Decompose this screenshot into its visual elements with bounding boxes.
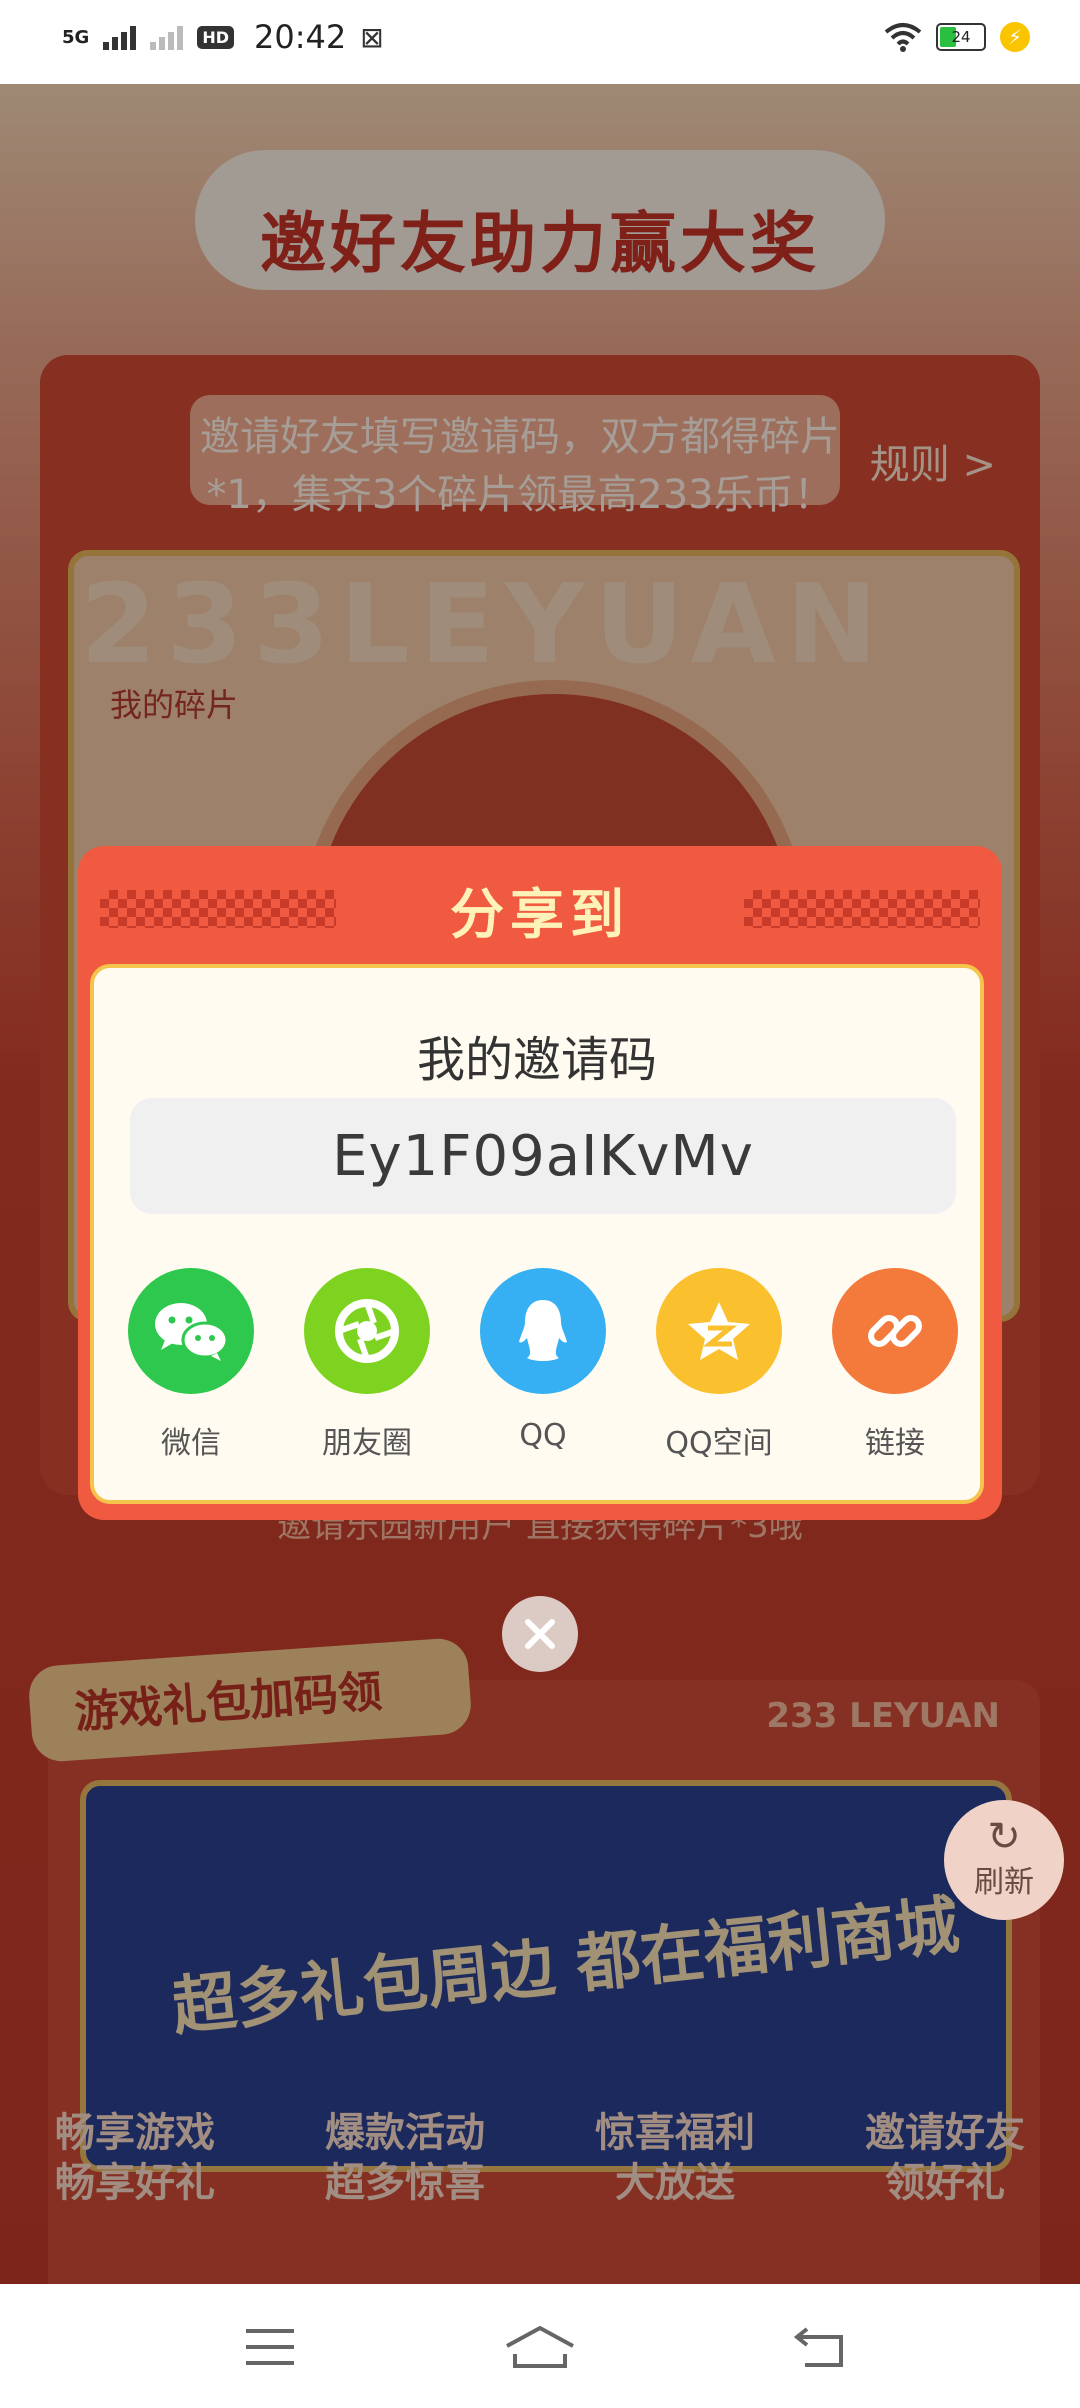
battery-icon: 24	[936, 23, 986, 51]
menu-button[interactable]	[240, 2320, 300, 2374]
share-moments-button[interactable]: 朋友圈	[304, 1268, 430, 1462]
share-label: 朋友圈	[322, 1426, 412, 1461]
menu-icon	[246, 2329, 294, 2365]
system-nav-bar	[0, 2284, 1080, 2408]
home-button[interactable]	[500, 2320, 580, 2374]
share-qq-button[interactable]: QQ	[480, 1268, 606, 1462]
share-qzone-button[interactable]: QQ空间	[656, 1268, 782, 1462]
moments-icon	[304, 1268, 430, 1394]
network-type: 5G	[62, 26, 90, 48]
signal-icon	[103, 24, 137, 50]
wechat-icon	[128, 1268, 254, 1394]
share-label: QQ空间	[665, 1426, 773, 1461]
home-icon	[506, 2325, 574, 2368]
invite-code-field[interactable]: Ey1F09aIKvMv	[130, 1098, 956, 1214]
invite-code-label: 我的邀请码	[416, 1032, 657, 1088]
no-sim-icon: ⊠	[360, 20, 384, 54]
charging-icon: ⚡	[1000, 22, 1030, 52]
share-dialog: 分享到 我的邀请码 Ey1F09aIKvMv 微信 朋友圈 QQ QQ空间 链接	[78, 846, 1002, 1520]
dialog-title: 分享到	[450, 883, 630, 946]
qzone-icon	[656, 1268, 782, 1394]
share-targets: 微信 朋友圈 QQ QQ空间 链接	[128, 1268, 958, 1462]
clock: 20:42	[253, 18, 347, 56]
back-icon	[793, 2327, 843, 2367]
share-label: QQ	[519, 1418, 567, 1453]
status-bar: 5G HD 20:42 ⊠ 24 ⚡	[0, 0, 1080, 84]
battery-level: 24	[951, 28, 971, 46]
share-label: 微信	[161, 1426, 221, 1461]
signal-2-icon	[150, 24, 184, 50]
refresh-label: 刷新	[974, 1865, 1034, 1900]
share-panel: 我的邀请码 Ey1F09aIKvMv 微信 朋友圈 QQ QQ空间 链接	[90, 964, 984, 1504]
hd-badge: HD	[197, 25, 234, 49]
share-wechat-button[interactable]: 微信	[128, 1268, 254, 1462]
refresh-button[interactable]: ↻ 刷新	[944, 1800, 1064, 1920]
link-icon	[832, 1268, 958, 1394]
close-dialog-button[interactable]	[502, 1596, 578, 1672]
close-icon	[525, 1619, 555, 1649]
wifi-icon	[884, 23, 922, 52]
refresh-icon: ↻	[987, 1814, 1021, 1860]
back-button[interactable]	[790, 2320, 850, 2374]
qq-icon	[480, 1268, 606, 1394]
share-link-button[interactable]: 链接	[832, 1268, 958, 1462]
share-label: 链接	[865, 1426, 925, 1461]
